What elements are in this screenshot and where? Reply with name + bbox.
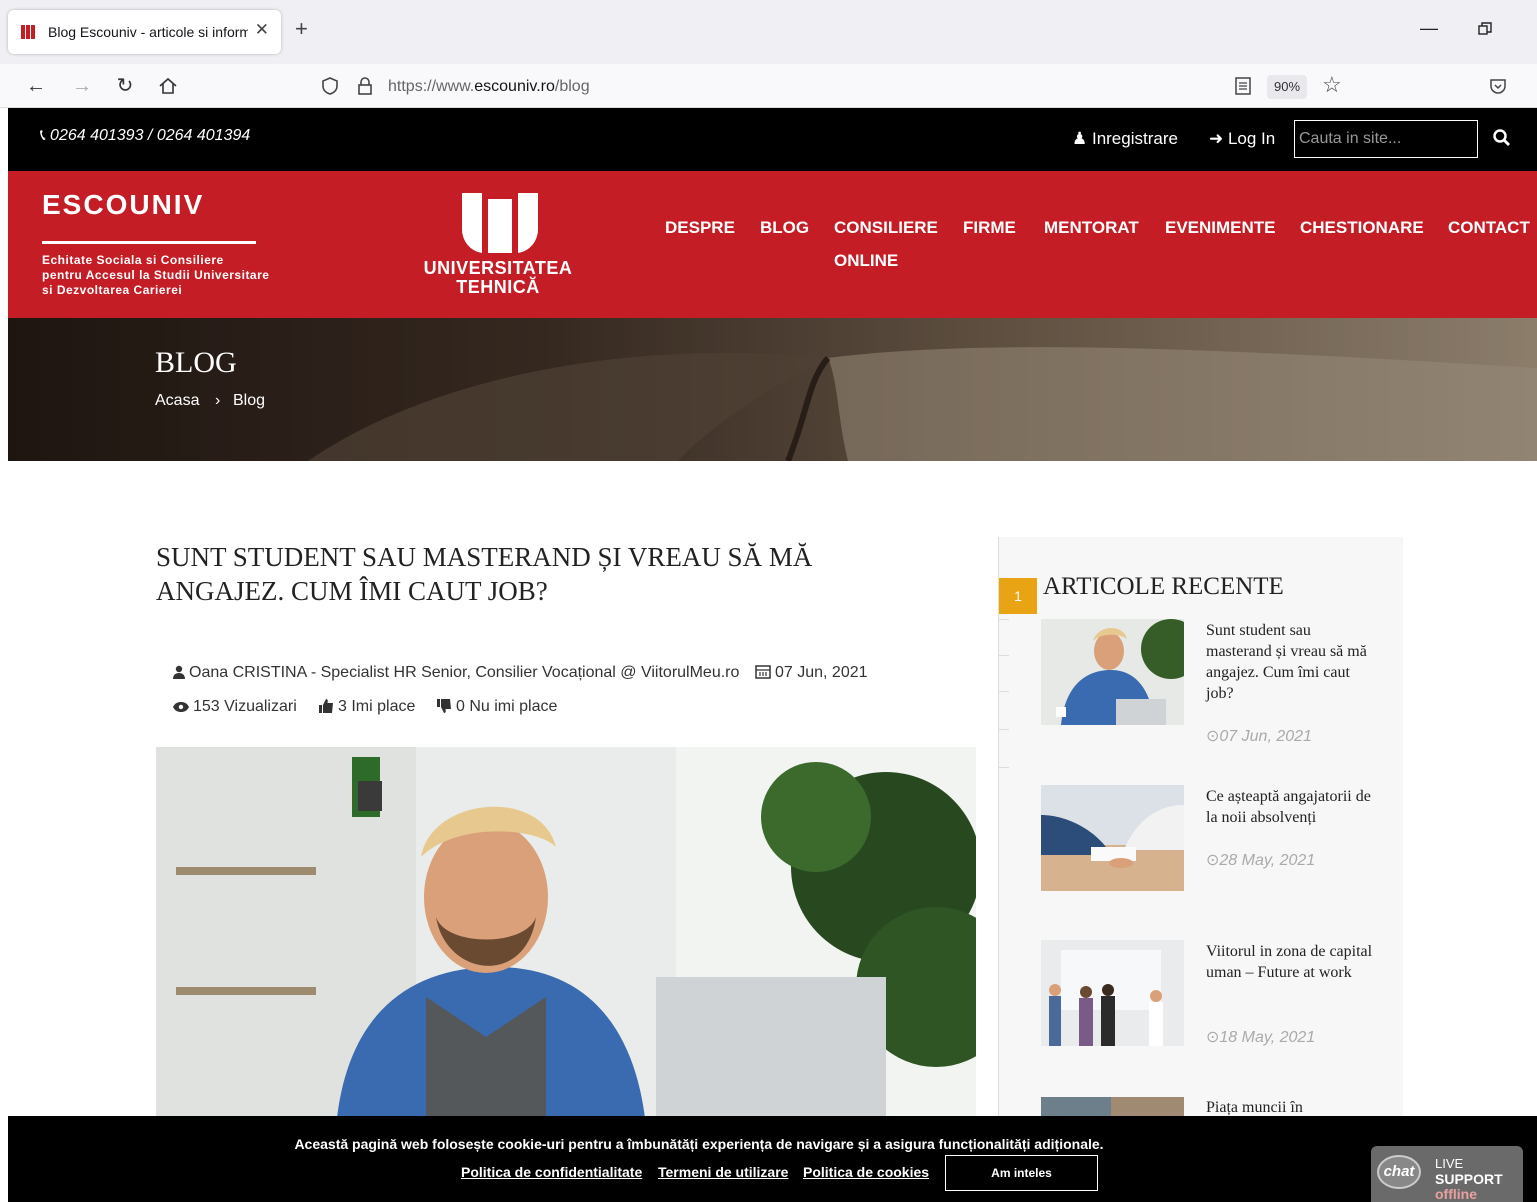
- sidebar-tick: [999, 619, 1009, 620]
- recent-articles-sidebar: 1 ARTICOLE RECENTE Sunt student sau mast…: [998, 537, 1403, 1137]
- terms-link[interactable]: Termeni de utilizare: [658, 1164, 788, 1180]
- minimize-icon[interactable]: —: [1420, 18, 1438, 39]
- clock-icon: ⊙: [1206, 1029, 1220, 1046]
- chat-bubble-icon: chat: [1377, 1155, 1421, 1189]
- calendar-icon: [755, 665, 771, 679]
- logo-tagline: Echitate Sociala si Consiliere pentru Ac…: [42, 253, 270, 297]
- chat-label-support: SUPPORT: [1435, 1171, 1503, 1187]
- logo-divider: [42, 241, 256, 244]
- article-hero-image[interactable]: [156, 747, 976, 1127]
- site-header: ESCOUNIV Echitate Sociala si Consiliere …: [8, 171, 1537, 318]
- new-tab-icon[interactable]: +: [295, 17, 308, 41]
- menu-item-blog[interactable]: BLOG: [760, 218, 809, 238]
- menu-item-evenimente[interactable]: EVENIMENTE: [1165, 218, 1276, 238]
- post-title-link[interactable]: Viitorul in zona de capital uman – Futur…: [1206, 941, 1376, 983]
- register-link[interactable]: ♟︎ Inregistrare: [1072, 129, 1178, 149]
- accept-cookies-button[interactable]: Am inteles: [945, 1155, 1098, 1191]
- sidebar-tick: [999, 767, 1009, 768]
- post-title-link[interactable]: Sunt student sau masterand și vreau să m…: [1206, 620, 1376, 704]
- post-thumbnail[interactable]: [1041, 1097, 1184, 1117]
- back-arrow-icon[interactable]: ←: [24, 74, 48, 98]
- ut-logo[interactable]: UNIVERSITATEA TEHNICĂ: [410, 191, 586, 301]
- cookie-message: Această pagină web folosește cookie-uri …: [294, 1136, 1104, 1152]
- close-tab-icon[interactable]: ✕: [255, 20, 269, 40]
- post-thumbnail[interactable]: [1041, 785, 1184, 891]
- article-title[interactable]: SUNT STUDENT SAU MASTERAND ȘI VREAU SĂ M…: [156, 540, 916, 608]
- site-search-input[interactable]: [1294, 120, 1478, 158]
- tracking-shield-icon[interactable]: [320, 76, 340, 96]
- post-title-link[interactable]: Ce așteaptă angajatorii de la noii absol…: [1206, 786, 1376, 828]
- menu-item-contact[interactable]: CONTACT: [1448, 218, 1530, 238]
- post-thumbnail[interactable]: [1041, 940, 1184, 1046]
- live-support-widget[interactable]: chat LIVE SUPPORT offline: [1371, 1146, 1523, 1202]
- menu-item-consiliere-online[interactable]: ONLINE: [834, 251, 898, 271]
- bookmark-star-icon[interactable]: ☆: [1322, 72, 1342, 98]
- site-favicon-icon: [21, 25, 35, 39]
- sidebar-tick: [999, 655, 1009, 656]
- lock-icon[interactable]: [356, 76, 374, 96]
- home-icon[interactable]: [158, 76, 178, 96]
- page-title: BLOG: [155, 346, 237, 379]
- post-date: ⊙18 May, 2021: [1206, 1029, 1316, 1046]
- breadcrumb-separator: ›: [215, 392, 221, 409]
- browser-tab-bar: Blog Escouniv - articole si informatii ✕…: [0, 0, 1537, 64]
- browser-tab[interactable]: Blog Escouniv - articole si informatii ✕: [8, 10, 281, 54]
- reload-icon[interactable]: ↻: [113, 74, 137, 98]
- menu-item-chestionare[interactable]: CHESTIONARE: [1300, 218, 1424, 238]
- thumbs-down-icon: [437, 699, 451, 713]
- sidebar-title: ARTICOLE RECENTE: [1043, 573, 1284, 600]
- sidebar-tick: [999, 691, 1009, 692]
- ut-name: UNIVERSITATEA TEHNICĂ: [423, 258, 573, 297]
- address-bar[interactable]: https://www.escouniv.ro/blog 90% ☆: [312, 68, 1362, 104]
- page-banner: BLOG Acasa › Blog: [8, 318, 1537, 461]
- chat-label-live: LIVE: [1435, 1156, 1464, 1171]
- cookie-policy-link[interactable]: Politica de cookies: [803, 1164, 929, 1180]
- article-date: 07 Jun, 2021: [755, 664, 868, 682]
- like-button[interactable]: 3 Imi place: [319, 698, 415, 716]
- ut-emblem-icon: [462, 193, 538, 253]
- menu-item-mentorat[interactable]: MENTORAT: [1044, 218, 1139, 238]
- login-icon: ➜: [1209, 129, 1228, 148]
- dislike-button[interactable]: 0 Nu imi place: [437, 698, 557, 716]
- url-text[interactable]: https://www.escouniv.ro/blog: [388, 78, 590, 96]
- sidebar-tick: [999, 729, 1009, 730]
- user-icon: [173, 665, 185, 679]
- eye-icon: [173, 702, 189, 712]
- post-date: ⊙07 Jun, 2021: [1206, 728, 1312, 745]
- pocket-icon[interactable]: [1488, 76, 1508, 96]
- menu-item-firme[interactable]: FIRME: [963, 218, 1016, 238]
- privacy-policy-link[interactable]: Politica de confidentialitate: [461, 1164, 642, 1180]
- article-views: 153 Vizualizari: [173, 698, 297, 716]
- browser-nav-bar: ← → ↻ https://www.escouniv.ro/blog 90% ☆: [0, 64, 1537, 108]
- user-icon: ♟︎: [1072, 129, 1092, 148]
- restore-window-icon[interactable]: [1478, 22, 1492, 36]
- book-background-image: [8, 318, 1537, 461]
- escouniv-logo[interactable]: ESCOUNIV Echitate Sociala si Consiliere …: [42, 189, 269, 297]
- login-link[interactable]: ➜ Log In: [1209, 129, 1275, 149]
- sidebar-tab-badge[interactable]: 1: [999, 578, 1037, 614]
- cookie-consent-bar: Această pagină web folosește cookie-uri …: [8, 1116, 1537, 1202]
- breadcrumb-home-link[interactable]: Acasa: [155, 392, 199, 410]
- article-author[interactable]: Oana CRISTINA - Specialist HR Senior, Co…: [173, 664, 739, 682]
- forward-arrow-icon[interactable]: →: [70, 74, 94, 98]
- post-date: ⊙28 May, 2021: [1206, 852, 1316, 869]
- logo-wordmark: ESCOUNIV: [42, 189, 205, 220]
- hero-photo: [156, 747, 976, 1127]
- menu-item-consiliere[interactable]: CONSILIERE: [834, 218, 938, 238]
- phone-icon: 📞︎: [40, 127, 51, 144]
- zoom-level[interactable]: 90%: [1267, 75, 1307, 99]
- menu-item-despre[interactable]: DESPRE: [665, 218, 735, 238]
- post-title-link[interactable]: Piața muncii în: [1206, 1097, 1376, 1118]
- phone-number: 📞︎ 0264 401393 / 0264 401394: [40, 127, 251, 144]
- clock-icon: ⊙: [1206, 728, 1220, 745]
- thumbs-up-icon: [319, 699, 333, 713]
- site-top-bar: 📞︎ 0264 401393 / 0264 401394 ♟︎ Inregist…: [8, 108, 1537, 171]
- reader-view-icon[interactable]: [1234, 76, 1252, 96]
- chat-status: offline: [1435, 1186, 1477, 1202]
- post-thumbnail[interactable]: [1041, 619, 1184, 725]
- breadcrumb-current: Blog: [233, 392, 266, 409]
- search-icon[interactable]: [1492, 128, 1512, 148]
- tab-title: Blog Escouniv - articole si informatii: [48, 24, 248, 40]
- clock-icon: ⊙: [1206, 852, 1220, 869]
